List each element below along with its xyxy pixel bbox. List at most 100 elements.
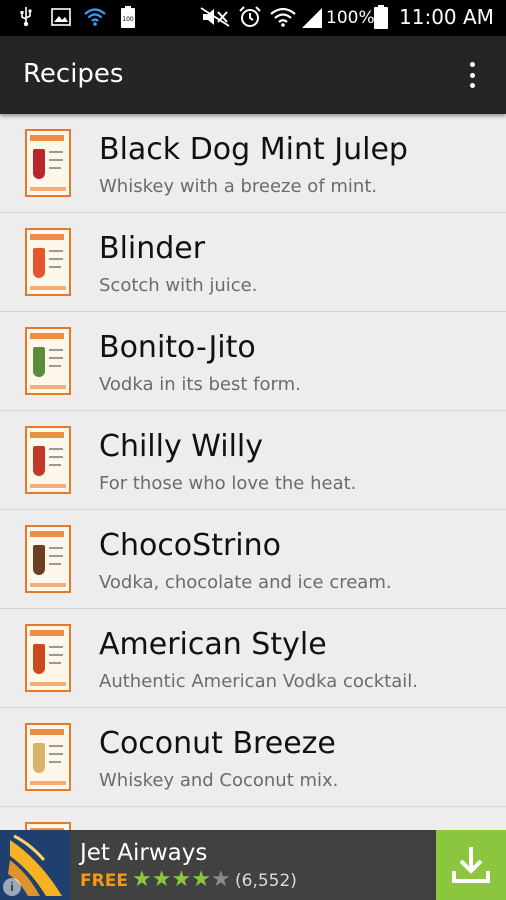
thumbnail-detail bbox=[30, 187, 66, 191]
thumbnail-detail bbox=[49, 547, 63, 549]
thumbnail-detail bbox=[49, 167, 61, 169]
thumbnail-detail bbox=[33, 644, 45, 674]
recipe-thumbnail bbox=[25, 327, 71, 395]
download-icon bbox=[452, 847, 490, 883]
app-bar: Recipes bbox=[0, 36, 506, 114]
thumbnail-detail bbox=[30, 781, 66, 785]
thumbnail-detail bbox=[30, 385, 66, 389]
thumbnail-detail bbox=[49, 761, 61, 763]
thumbnail-detail bbox=[49, 563, 61, 565]
thumbnail-detail bbox=[30, 729, 64, 735]
thumbnail-detail bbox=[30, 286, 66, 290]
thumbnail-detail bbox=[49, 266, 61, 268]
battery-percent: 100% bbox=[326, 8, 375, 28]
thumbnail-detail bbox=[30, 682, 66, 686]
wifi-icon bbox=[84, 6, 106, 28]
mute-icon bbox=[200, 6, 230, 28]
clock: 11:00 AM bbox=[399, 5, 494, 29]
thumbnail-detail bbox=[33, 545, 45, 575]
list-item[interactable]: ChocoStrino Vodka, chocolate and ice crea… bbox=[0, 510, 506, 609]
thumbnail-detail bbox=[33, 149, 45, 179]
download-button[interactable] bbox=[436, 830, 506, 900]
recipe-title: Black Dog Mint Julep bbox=[99, 132, 408, 167]
thumbnail-detail bbox=[49, 258, 63, 260]
thumbnail-detail bbox=[49, 151, 63, 153]
more-vert-icon[interactable] bbox=[460, 60, 484, 90]
recipe-description: Whiskey with a breeze of mint. bbox=[99, 176, 378, 197]
alarm-icon bbox=[238, 6, 262, 28]
thumbnail-detail bbox=[49, 448, 63, 450]
thumbnail-detail bbox=[49, 456, 63, 458]
recipe-description: Authentic American Vodka cocktail. bbox=[99, 671, 418, 692]
star-filled-icon: ★ bbox=[151, 866, 172, 891]
star-filled-icon: ★ bbox=[132, 866, 152, 891]
list-item[interactable] bbox=[0, 807, 506, 830]
recipe-description: Whiskey and Coconut mix. bbox=[99, 770, 339, 791]
thumbnail-detail bbox=[49, 646, 63, 648]
thumbnail-detail bbox=[30, 135, 64, 141]
star-empty-icon: ★ bbox=[210, 866, 231, 891]
battery-icon bbox=[372, 5, 390, 29]
list-item[interactable]: Black Dog Mint Julep Whiskey with a breez… bbox=[0, 114, 506, 213]
thumbnail-detail bbox=[33, 446, 45, 476]
star-filled-icon: ★ bbox=[171, 866, 192, 891]
recipe-title: Blinder bbox=[99, 231, 206, 266]
recipe-thumbnail bbox=[25, 228, 71, 296]
recipe-thumbnail bbox=[25, 822, 71, 830]
page-title: Recipes bbox=[23, 59, 124, 89]
overflow-dot bbox=[469, 72, 475, 78]
overflow-dot bbox=[469, 83, 475, 88]
star-filled-icon: ★ bbox=[191, 866, 211, 891]
list-item[interactable]: Coconut Breeze Whiskey and Coconut mix. bbox=[0, 708, 506, 807]
ad-banner[interactable]: i Jet Airways FREE ★ ★ ★ ★ ★ (6,552) bbox=[0, 830, 506, 900]
status-bar: 100 100% 11:00 AM bbox=[0, 0, 506, 36]
recipe-title: Chilly Willy bbox=[99, 429, 264, 464]
recipe-title: American Style bbox=[99, 627, 327, 662]
recipe-title: Bonito-Jito bbox=[99, 330, 256, 365]
recipe-description: Vodka, chocolate and ice cream. bbox=[99, 572, 392, 593]
recipe-thumbnail bbox=[25, 624, 71, 692]
recipe-title: ChocoStrino bbox=[99, 528, 282, 563]
thumbnail-detail bbox=[49, 555, 63, 557]
thumbnail-detail bbox=[49, 464, 61, 466]
rating-stars: ★ ★ ★ ★ ★ bbox=[132, 866, 231, 892]
recipe-description: For those who love the heat. bbox=[99, 473, 357, 494]
list-item[interactable]: Bonito-Jito Vodka in its best form. bbox=[0, 312, 506, 411]
thumbnail-detail bbox=[49, 349, 63, 351]
thumbnail-detail bbox=[30, 234, 64, 240]
thumbnail-detail bbox=[33, 743, 45, 773]
usb-icon bbox=[16, 6, 36, 28]
ad-price: FREE bbox=[80, 871, 128, 891]
thumbnail-detail bbox=[30, 583, 66, 587]
review-count: (6,552) bbox=[235, 871, 297, 891]
jet-airways-logo[interactable]: i bbox=[0, 830, 70, 900]
wifi-icon bbox=[270, 6, 296, 28]
thumbnail-detail bbox=[49, 745, 63, 747]
thumbnail-detail bbox=[49, 654, 63, 656]
thumbnail-detail bbox=[49, 365, 61, 367]
info-icon[interactable]: i bbox=[3, 878, 21, 896]
thumbnail-detail bbox=[33, 347, 45, 377]
list-item[interactable]: Blinder Scotch with juice. bbox=[0, 213, 506, 312]
thumbnail-detail bbox=[30, 484, 66, 488]
thumbnail-detail bbox=[33, 248, 45, 278]
recipe-title: Coconut Breeze bbox=[99, 726, 336, 761]
recipe-description: Scotch with juice. bbox=[99, 275, 258, 296]
svg-text:100: 100 bbox=[122, 16, 134, 23]
thumbnail-detail bbox=[49, 159, 63, 161]
thumbnail-detail bbox=[30, 432, 64, 438]
ad-app-name: Jet Airways bbox=[80, 840, 208, 866]
recipe-description: Vodka in its best form. bbox=[99, 374, 301, 395]
thumbnail-detail bbox=[49, 250, 63, 252]
recipe-thumbnail bbox=[25, 426, 71, 494]
signal-icon bbox=[300, 6, 324, 28]
list-item[interactable]: Chilly Willy For those who love the heat. bbox=[0, 411, 506, 510]
thumbnail-detail bbox=[30, 333, 64, 339]
recipe-list[interactable]: Black Dog Mint Julep Whiskey with a breez… bbox=[0, 114, 506, 830]
thumbnail-detail bbox=[30, 531, 64, 537]
overflow-dot bbox=[469, 62, 475, 67]
list-item[interactable]: American Style Authentic American Vodka c… bbox=[0, 609, 506, 708]
thumbnail-detail bbox=[30, 630, 64, 636]
thumbnail-detail bbox=[49, 357, 63, 359]
thumbnail-detail bbox=[49, 662, 61, 664]
